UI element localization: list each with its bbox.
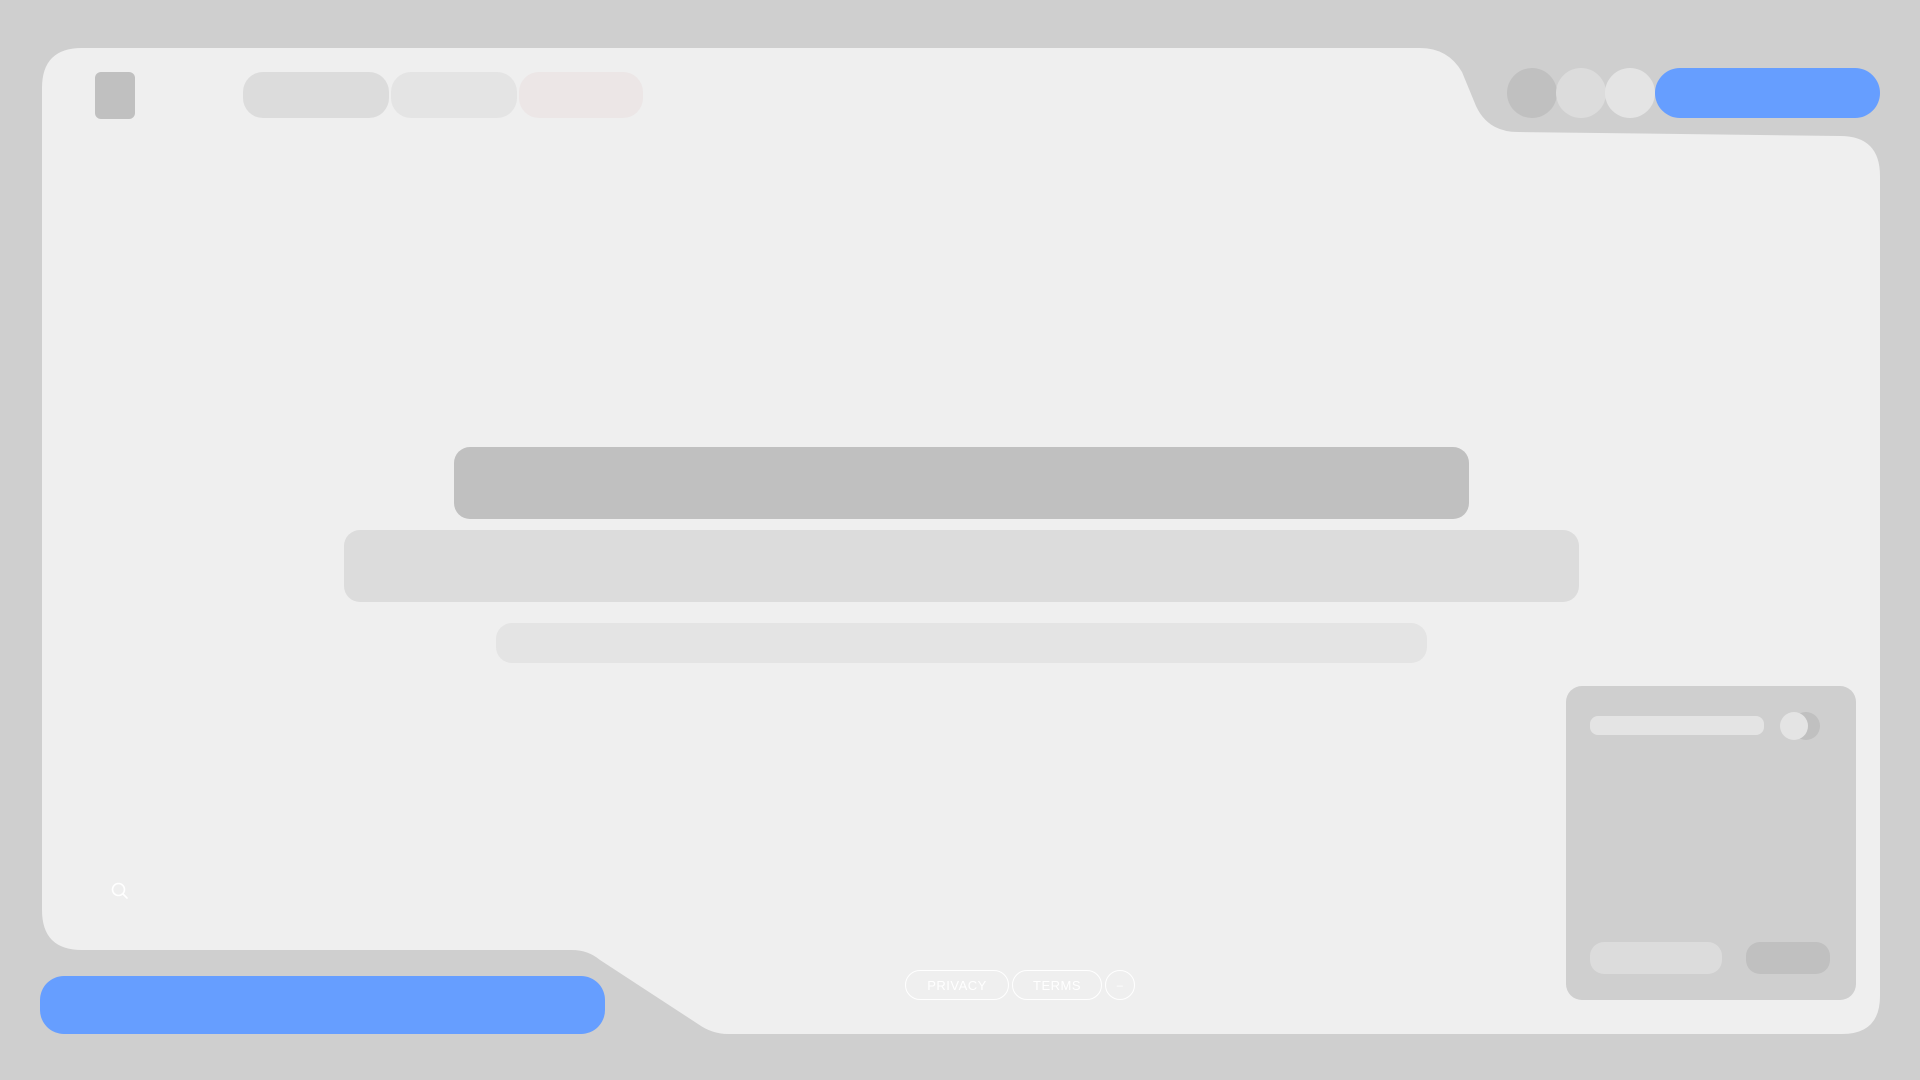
toggle-knob <box>1780 712 1808 740</box>
nav-tabs <box>243 72 643 118</box>
page-subheading <box>344 530 1579 602</box>
avatar-1[interactable] <box>1507 68 1557 118</box>
footer-cta-button[interactable] <box>40 976 605 1034</box>
terms-link[interactable]: TERMS <box>1012 970 1102 1000</box>
tab-1[interactable] <box>243 72 389 118</box>
page-caption <box>496 623 1427 663</box>
avatar-2[interactable] <box>1556 68 1606 118</box>
more-link[interactable]: – <box>1105 970 1135 1000</box>
page-heading <box>454 447 1469 519</box>
side-card <box>1566 686 1856 1000</box>
privacy-link[interactable]: PRIVACY <box>905 970 1009 1000</box>
side-card-title <box>1590 716 1764 735</box>
search-icon[interactable] <box>110 881 130 901</box>
tab-2[interactable] <box>391 72 517 118</box>
tab-3[interactable] <box>519 72 643 118</box>
side-card-secondary-button[interactable] <box>1590 942 1722 974</box>
logo[interactable] <box>95 72 135 119</box>
side-card-toggle[interactable] <box>1780 711 1832 740</box>
primary-header-button[interactable] <box>1655 68 1880 118</box>
side-card-action-button[interactable] <box>1746 942 1830 974</box>
avatar-3[interactable] <box>1605 68 1655 118</box>
